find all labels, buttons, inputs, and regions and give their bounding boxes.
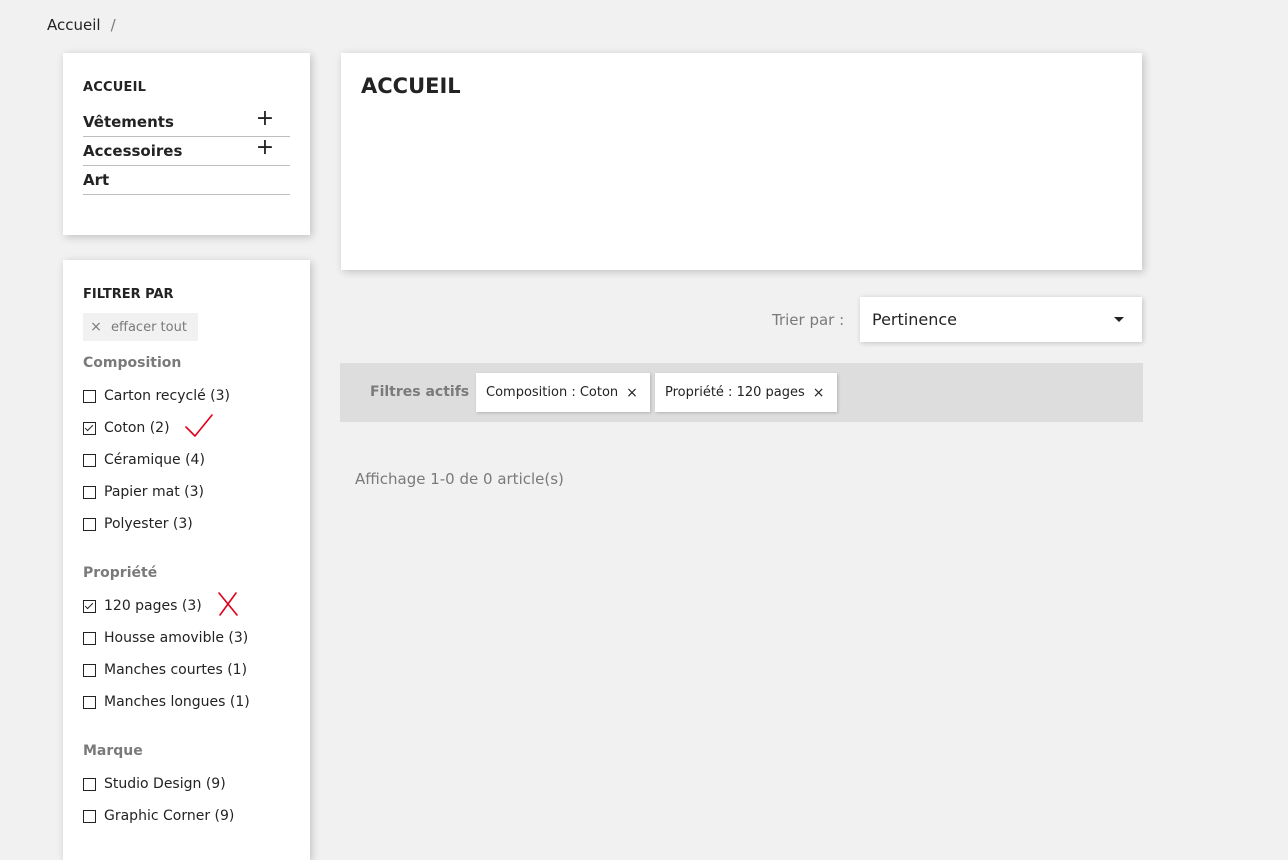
breadcrumb: Accueil / (47, 16, 116, 34)
facet-option-label[interactable]: Manches courtes (1) (104, 662, 247, 678)
checkbox[interactable] (83, 631, 96, 645)
facet-title-propriete: Propriété (83, 565, 158, 581)
category-item-label[interactable]: Art (83, 171, 109, 189)
category-list: Vêtements + Accessoires + Art (83, 108, 290, 195)
checkbox[interactable] (83, 485, 96, 499)
active-filter-chip-label: Propriété : 120 pages (665, 385, 805, 400)
breadcrumb-separator: / (110, 16, 116, 34)
facet-option[interactable]: Studio Design (9) (83, 768, 293, 800)
red-cross-icon (216, 591, 240, 621)
checkbox[interactable] (83, 777, 96, 791)
facet-option[interactable]: Graphic Corner (9) (83, 800, 293, 832)
facet-option-label[interactable]: Céramique (4) (104, 452, 205, 468)
sort-selected-value: Pertinence (872, 310, 957, 329)
page-title: ACCUEIL (361, 74, 461, 98)
active-filter-chip-label: Composition : Coton (486, 385, 619, 400)
filter-panel: FILTRER PAR × effacer tout Composition C… (63, 260, 310, 860)
active-filter-chip-composition: Composition : Coton × (476, 373, 650, 412)
sort-label: Trier par : (772, 311, 845, 329)
facet-option-label[interactable]: Studio Design (9) (104, 776, 226, 792)
active-filters-bar: Filtres actifs Composition : Coton × Pro… (340, 363, 1143, 422)
close-icon: × (90, 319, 102, 335)
red-checkmark-icon (184, 413, 214, 443)
facet-option-label[interactable]: Graphic Corner (9) (104, 808, 234, 824)
breadcrumb-home-link[interactable]: Accueil (47, 16, 101, 34)
close-icon[interactable]: × (626, 385, 638, 401)
category-tree-title[interactable]: ACCUEIL (83, 80, 146, 95)
active-filter-chip-propriete: Propriété : 120 pages × (655, 373, 837, 412)
facet-title-marque: Marque (83, 743, 143, 759)
facet-option-label[interactable]: Coton (2) (104, 420, 170, 436)
sort-dropdown[interactable]: Pertinence (860, 297, 1142, 342)
facet-options-propriete: 120 pages (3) Housse amovible (3) Manche… (83, 590, 293, 718)
facet-option[interactable]: 120 pages (3) (83, 590, 293, 622)
checkbox[interactable] (83, 389, 96, 403)
checkbox[interactable] (83, 663, 96, 677)
active-filters-label: Filtres actifs (370, 384, 470, 400)
facet-options-marque: Studio Design (9) Graphic Corner (9) (83, 768, 293, 832)
plus-icon[interactable]: + (254, 108, 276, 130)
facet-option[interactable]: Manches longues (1) (83, 686, 293, 718)
facet-option[interactable]: Manches courtes (1) (83, 654, 293, 686)
close-icon[interactable]: × (813, 385, 825, 401)
facet-option-label[interactable]: Carton recyclé (3) (104, 388, 230, 404)
checkbox[interactable] (83, 517, 96, 531)
category-item-accessoires[interactable]: Accessoires + (83, 137, 290, 166)
facet-option[interactable]: Papier mat (3) (83, 476, 293, 508)
checkbox[interactable] (83, 453, 96, 467)
facet-option[interactable]: Polyester (3) (83, 508, 293, 540)
facet-option[interactable]: Céramique (4) (83, 444, 293, 476)
checkbox[interactable] (83, 809, 96, 823)
facet-title-composition: Composition (83, 355, 182, 371)
category-header: ACCUEIL (341, 53, 1142, 270)
clear-all-label: effacer tout (111, 319, 187, 335)
caret-down-icon (1114, 317, 1124, 322)
plus-icon[interactable]: + (254, 137, 276, 159)
facet-option[interactable]: Housse amovible (3) (83, 622, 293, 654)
category-item-vetements[interactable]: Vêtements + (83, 108, 290, 137)
category-item-label[interactable]: Accessoires (83, 142, 182, 160)
result-count: Affichage 1-0 de 0 article(s) (355, 470, 564, 488)
facet-option-label[interactable]: Papier mat (3) (104, 484, 204, 500)
category-item-label[interactable]: Vêtements (83, 113, 174, 131)
facet-option[interactable]: Coton (2) (83, 412, 293, 444)
category-tree-panel: ACCUEIL Vêtements + Accessoires + Art (63, 53, 310, 235)
checkbox[interactable] (83, 695, 96, 709)
clear-all-filters-button[interactable]: × effacer tout (83, 313, 198, 341)
facet-option-label[interactable]: Manches longues (1) (104, 694, 250, 710)
checkbox-checked[interactable] (83, 421, 96, 435)
facet-options-composition: Carton recyclé (3) Coton (2) Céramique (… (83, 380, 293, 540)
filter-panel-title: FILTRER PAR (83, 287, 174, 302)
facet-option[interactable]: Carton recyclé (3) (83, 380, 293, 412)
category-item-art[interactable]: Art (83, 166, 290, 195)
facet-option-label[interactable]: Housse amovible (3) (104, 630, 248, 646)
facet-option-label[interactable]: Polyester (3) (104, 516, 193, 532)
checkbox-checked[interactable] (83, 599, 96, 613)
facet-option-label[interactable]: 120 pages (3) (104, 598, 202, 614)
